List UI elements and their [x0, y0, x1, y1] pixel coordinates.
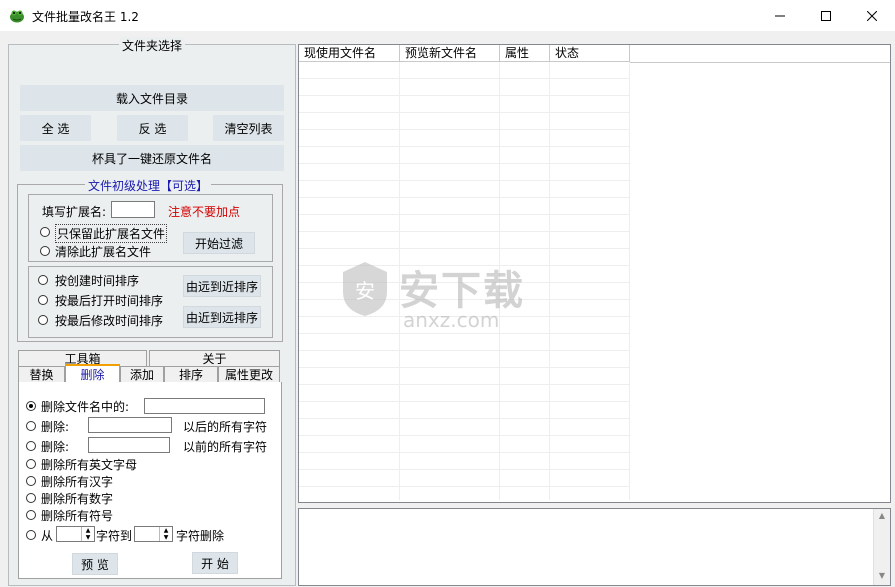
tab-sort[interactable]: 排序 — [164, 366, 218, 383]
keep-extension-radio[interactable] — [40, 227, 50, 237]
prefilter-group-legend: 文件初级处理【可选】 — [85, 177, 212, 194]
column-header-preview-name[interactable]: 预览新文件名 — [400, 45, 500, 62]
remove-extension-label[interactable]: 清除此扩展名文件 — [55, 243, 151, 260]
delete-after-input[interactable] — [88, 417, 172, 433]
extension-label: 填写扩展名: — [42, 205, 107, 219]
watermark: 安 安下载 anxz.com — [339, 250, 639, 340]
delete-chinese-radio[interactable] — [26, 476, 36, 486]
file-list[interactable]: 现使用文件名 预览新文件名 属性 状态 安 安下载 anxz.com — [298, 44, 891, 503]
column-header-attributes[interactable]: 属性 — [500, 45, 550, 62]
maximize-icon — [821, 10, 831, 21]
range-end-spinner[interactable]: ▲ ▼ — [134, 526, 173, 542]
frog-app-icon — [10, 10, 24, 23]
delete-contains-radio[interactable] — [26, 401, 36, 411]
delete-before-suffix: 以前的所有字符 — [183, 440, 268, 454]
remove-extension-radio[interactable] — [40, 246, 50, 256]
minimize-icon — [775, 15, 785, 16]
range-to-label: 字符到 — [96, 529, 133, 543]
log-scrollbar[interactable]: ▲ ▼ — [873, 509, 890, 585]
watermark-domain: anxz.com — [403, 308, 500, 332]
delete-english-radio[interactable] — [26, 459, 36, 469]
delete-symbols-label[interactable]: 删除所有符号 — [41, 507, 113, 524]
column-header-filler — [630, 45, 890, 63]
sort-open-label[interactable]: 按最后打开时间排序 — [55, 292, 163, 309]
preview-button[interactable]: 预 览 — [72, 553, 118, 575]
delete-after-suffix: 以后的所有字符 — [183, 420, 268, 434]
close-icon — [867, 10, 877, 21]
title-bar: 文件批量改名王 1.2 — [0, 0, 895, 31]
maximize-button[interactable] — [803, 0, 849, 31]
clear-list-button[interactable]: 清空列表 — [213, 115, 284, 141]
spinner-arrows-icon[interactable]: ▲ ▼ — [159, 527, 172, 541]
folder-group-legend: 文件夹选择 — [119, 37, 186, 54]
sort-modify-label[interactable]: 按最后修改时间排序 — [55, 312, 163, 329]
extension-warning: 注意不要加点 — [168, 205, 241, 219]
log-textarea[interactable]: ▲ ▼ — [298, 508, 891, 586]
svg-text:安: 安 — [355, 279, 375, 303]
tab-about[interactable]: 关于 — [149, 350, 280, 367]
close-button[interactable] — [849, 0, 895, 31]
range-delete-label: 字符删除 — [176, 529, 225, 543]
delete-after-radio[interactable] — [26, 421, 36, 431]
delete-before-input[interactable] — [88, 437, 170, 453]
scroll-down-icon[interactable]: ▼ — [874, 571, 890, 583]
sort-create-label[interactable]: 按创建时间排序 — [55, 272, 139, 289]
shield-logo-icon: 安 — [343, 262, 387, 316]
delete-contains-label[interactable]: 删除文件名中的: — [41, 398, 129, 415]
spinner-arrows-icon[interactable]: ▲ ▼ — [81, 527, 94, 541]
load-directory-button[interactable]: 载入文件目录 — [20, 85, 284, 111]
delete-digits-radio[interactable] — [26, 493, 36, 503]
extension-input[interactable] — [111, 201, 155, 218]
column-header-current-name[interactable]: 现使用文件名 — [299, 45, 400, 62]
delete-digits-label[interactable]: 删除所有数字 — [41, 490, 113, 507]
delete-contains-input[interactable] — [144, 398, 265, 414]
delete-after-label[interactable]: 删除: — [41, 418, 69, 435]
tab-add[interactable]: 添加 — [120, 366, 164, 383]
delete-chinese-label[interactable]: 删除所有汉字 — [41, 473, 113, 490]
start-filter-button[interactable]: 开始过滤 — [183, 232, 255, 254]
tab-delete[interactable]: 删除 — [65, 364, 120, 383]
delete-english-label[interactable]: 删除所有英文字母 — [41, 456, 137, 473]
start-button[interactable]: 开 始 — [192, 552, 238, 574]
sort-modify-radio[interactable] — [38, 315, 48, 325]
sort-far-to-near-button[interactable]: 由远到近排序 — [183, 275, 261, 297]
sort-near-to-far-button[interactable]: 由近到远排序 — [183, 306, 261, 328]
sort-create-radio[interactable] — [38, 275, 48, 285]
window-title: 文件批量改名王 1.2 — [32, 10, 139, 24]
select-all-button[interactable]: 全 选 — [20, 115, 91, 141]
restore-filenames-button[interactable]: 杯具了一键还原文件名 — [20, 145, 284, 171]
invert-selection-button[interactable]: 反 选 — [117, 115, 188, 141]
scroll-up-icon[interactable]: ▲ — [874, 511, 890, 523]
keep-extension-label[interactable]: 只保留此扩展名文件 — [55, 224, 168, 243]
tab-replace[interactable]: 替换 — [18, 366, 65, 383]
column-header-status[interactable]: 状态 — [550, 45, 630, 62]
minimize-button[interactable] — [757, 0, 803, 31]
sort-open-radio[interactable] — [38, 295, 48, 305]
tab-attributes[interactable]: 属性更改 — [218, 366, 280, 383]
delete-before-label[interactable]: 删除: — [41, 438, 69, 455]
delete-symbols-radio[interactable] — [26, 510, 36, 520]
range-start-spinner[interactable]: ▲ ▼ — [56, 526, 95, 542]
delete-range-radio[interactable] — [26, 530, 36, 540]
delete-range-from-label[interactable]: 从 — [41, 527, 53, 544]
delete-before-radio[interactable] — [26, 441, 36, 451]
